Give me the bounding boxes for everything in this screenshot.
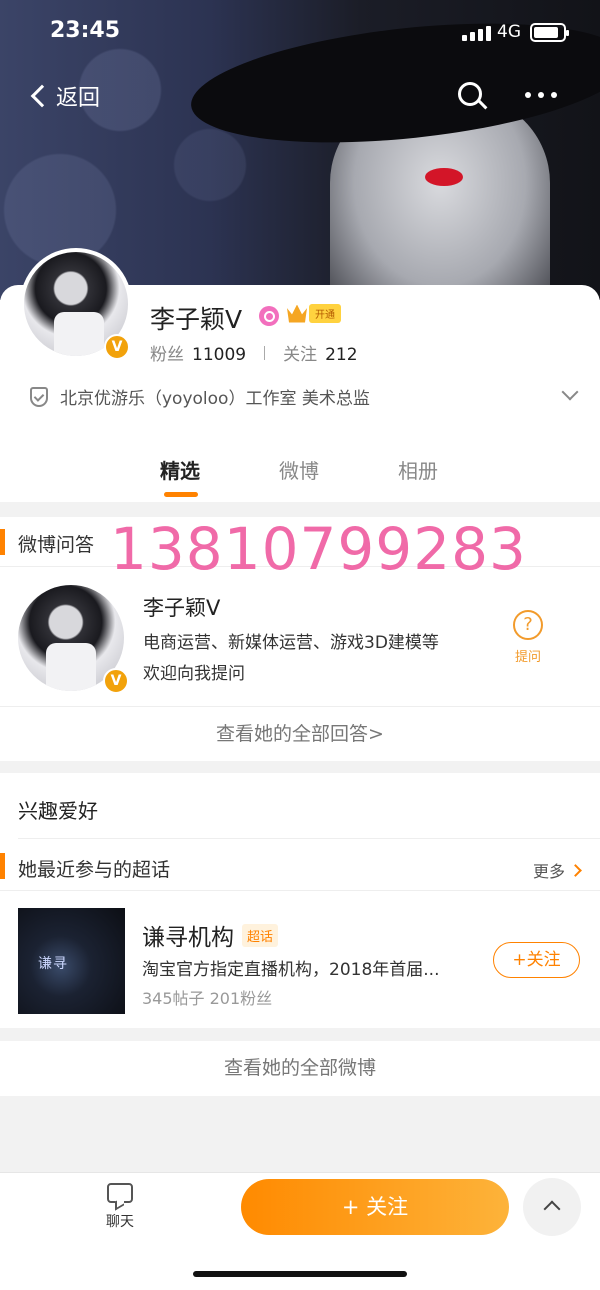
- chat-button[interactable]: 聊天: [100, 1183, 140, 1231]
- tab-weibo[interactable]: 微博: [279, 455, 319, 484]
- chat-icon: [107, 1183, 133, 1203]
- qa-title: 微博问答: [18, 534, 95, 556]
- phone-number-overlay: 13810799283: [110, 515, 527, 583]
- scroll-top-button[interactable]: [523, 1178, 581, 1236]
- tab-album[interactable]: 相册: [398, 455, 438, 484]
- section-gap: [0, 1096, 600, 1172]
- signal-icon: [462, 26, 491, 41]
- interests-title: 兴趣爱好: [18, 799, 98, 823]
- back-label: 返回: [56, 86, 101, 111]
- qa-description: 电商运营、新媒体运营、游戏3D建模等 欢迎向我提问: [143, 633, 439, 684]
- home-indicator: [193, 1271, 407, 1277]
- vip-tag: 开通: [309, 304, 341, 323]
- status-time: 23:45: [50, 18, 121, 43]
- supertopic-title: 她最近参与的超话: [18, 859, 171, 881]
- topic-thumbnail[interactable]: 谦寻: [18, 908, 125, 1014]
- topic-description: 淘宝官方指定直播机构，2018年首届...: [142, 960, 440, 980]
- divider: [18, 838, 600, 839]
- follow-button[interactable]: + 关注: [241, 1179, 509, 1235]
- verification-text: 北京优游乐（yoyoloo）工作室 美术总监: [60, 389, 370, 409]
- cover-lips: [425, 168, 463, 186]
- topic-meta: 345帖子 201粉丝: [142, 989, 273, 1008]
- chevron-up-icon: [543, 1200, 561, 1218]
- supertopic-tag: 超话: [242, 923, 279, 947]
- battery-icon: [530, 23, 569, 42]
- chevron-left-icon: [30, 84, 54, 108]
- view-all-weibo-link[interactable]: 查看她的全部微博: [0, 1041, 600, 1096]
- ask-question-button[interactable]: ? 提问: [508, 610, 548, 665]
- chevron-right-icon: [569, 863, 582, 877]
- supertopic-header: 她最近参与的超话: [0, 843, 600, 891]
- shield-icon: [30, 386, 48, 407]
- topic-name-row[interactable]: 谦寻机构 超话: [142, 918, 279, 952]
- view-all-answers-link[interactable]: 查看她的全部回答>: [0, 706, 600, 761]
- section-gap: [0, 761, 600, 773]
- more-link[interactable]: 更多: [533, 858, 582, 882]
- v-verified-icon: V: [103, 668, 129, 694]
- profile-stats: 粉丝 11009 关注 212: [150, 340, 358, 365]
- tab-featured[interactable]: 精选: [160, 455, 200, 484]
- following-stat[interactable]: 关注 212: [283, 340, 357, 365]
- search-badge-icon[interactable]: [259, 306, 279, 326]
- question-circle-icon: ?: [513, 610, 543, 640]
- topic-logo: 谦寻: [38, 956, 68, 972]
- chat-label: 聊天: [106, 1214, 134, 1230]
- ask-label: 提问: [514, 650, 541, 665]
- topic-follow-button[interactable]: +关注: [493, 942, 580, 978]
- vip-badge[interactable]: 开通: [287, 304, 341, 323]
- network-type: 4G: [497, 22, 521, 42]
- profile-tabs: 精选 微博 相册: [0, 455, 600, 500]
- topic-name: 谦寻机构: [142, 925, 234, 951]
- back-button[interactable]: 返回: [30, 80, 100, 112]
- search-button[interactable]: [458, 82, 488, 112]
- tab-indicator: [164, 492, 198, 497]
- crown-icon: [287, 304, 307, 323]
- verification-info: 北京优游乐（yoyoloo）工作室 美术总监: [30, 384, 370, 409]
- section-gap: [0, 1028, 600, 1041]
- status-bar: 23:45 4G: [0, 0, 600, 60]
- profile-name: 李子颖V: [150, 305, 243, 334]
- more-button[interactable]: [525, 92, 557, 98]
- qa-name: 李子颖V: [143, 596, 221, 620]
- v-verified-icon: V: [104, 334, 130, 360]
- fans-stat[interactable]: 粉丝 11009: [150, 340, 246, 365]
